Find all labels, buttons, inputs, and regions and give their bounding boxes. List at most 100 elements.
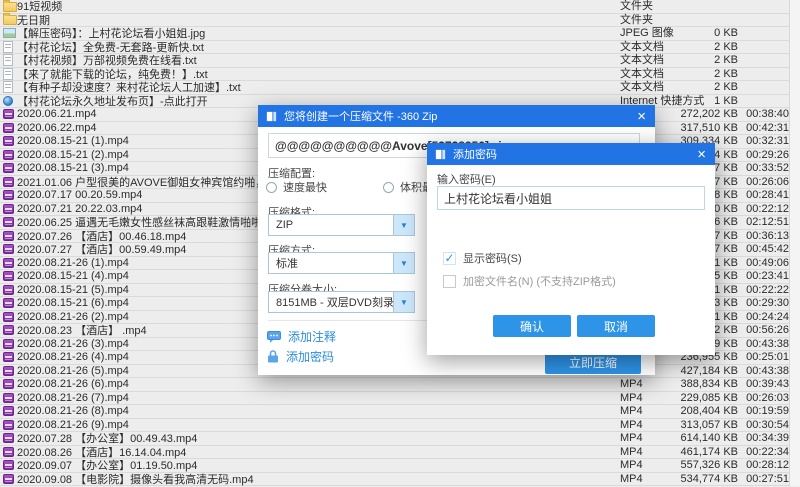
chevron-down-icon[interactable]: ▼	[393, 292, 414, 312]
add-comment-label: 添加注释	[288, 328, 336, 345]
file-duration: 00:49:06	[740, 257, 789, 271]
volume-select[interactable]: 8151MB - 双层DVD刻录 ▼	[268, 291, 415, 313]
video-icon	[3, 366, 14, 376]
text-icon	[3, 68, 13, 80]
add-password-link[interactable]: 添加密码	[267, 348, 334, 365]
file-duration: 00:42:31	[740, 122, 789, 136]
video-icon	[3, 352, 14, 362]
radio-fastest-label: 速度最快	[283, 179, 327, 195]
video-icon	[3, 420, 14, 430]
add-password-dialog: 添加密码 × 输入密码(E) ✓ 显示密码(S) 加密文件名(N) (不支持ZI…	[427, 143, 715, 355]
add-password-label: 添加密码	[286, 348, 334, 365]
table-row[interactable]: 2020.09.08 【电影院】摄像头看我高清无码.mp4 MP4 534,77…	[0, 473, 800, 487]
video-icon	[3, 163, 14, 173]
video-icon	[3, 177, 14, 187]
file-duration: 00:29:30	[740, 297, 789, 311]
file-type: MP4	[620, 378, 643, 392]
table-row[interactable]: 2020.08.21-26 (7).mp4 MP4 229,085 KB 00:…	[0, 392, 800, 406]
file-size: 1 KB	[646, 95, 738, 109]
file-duration	[740, 95, 789, 109]
file-duration: 00:32:31	[740, 135, 789, 149]
folder-icon	[3, 2, 17, 12]
file-duration: 00:27:51	[740, 473, 789, 487]
file-duration: 00:19:59	[740, 405, 789, 419]
file-duration: 00:45:42	[740, 243, 789, 257]
video-icon	[3, 393, 14, 403]
close-icon[interactable]: ×	[695, 147, 708, 162]
password-input[interactable]	[437, 186, 705, 210]
show-password-checkbox-row[interactable]: ✓ 显示密码(S)	[443, 250, 522, 266]
lock-icon	[267, 350, 279, 363]
format-select[interactable]: ZIP ▼	[268, 214, 415, 236]
password-input-label: 输入密码(E)	[437, 171, 496, 187]
file-duration: 00:56:26	[740, 324, 789, 338]
link-icon	[3, 96, 13, 106]
add-comment-link[interactable]: 添加注释	[267, 328, 336, 345]
file-duration: 00:38:40	[740, 108, 789, 122]
video-icon	[3, 123, 14, 133]
chevron-down-icon[interactable]: ▼	[393, 215, 414, 235]
text-icon	[3, 54, 13, 66]
checkbox-checked-icon[interactable]: ✓	[443, 252, 456, 265]
video-icon	[3, 325, 14, 335]
360zip-logo-icon	[265, 110, 278, 123]
video-icon	[3, 312, 14, 322]
file-type: MP4	[620, 392, 643, 406]
table-row[interactable]: 2020.08.21-26 (6).mp4 MP4 388,834 KB 00:…	[0, 378, 800, 392]
folder-icon	[3, 15, 17, 25]
file-duration: 00:43:38	[740, 365, 789, 379]
file-duration: 00:43:38	[740, 338, 789, 352]
dialog-title: 添加密码	[453, 146, 695, 162]
video-icon	[3, 136, 14, 146]
format-value: ZIP	[269, 219, 393, 231]
method-select[interactable]: 标准 ▼	[268, 252, 415, 274]
video-icon	[3, 379, 14, 389]
video-icon	[3, 298, 14, 308]
file-size: 427,184 KB	[646, 365, 738, 379]
file-size: 272,202 KB	[646, 108, 738, 122]
video-icon	[3, 258, 14, 268]
text-icon	[3, 41, 13, 53]
video-icon	[3, 271, 14, 281]
video-icon	[3, 217, 14, 227]
video-icon	[3, 447, 14, 457]
dialog-titlebar[interactable]: 您将创建一个压缩文件 -360 Zip ×	[258, 105, 655, 127]
video-icon	[3, 285, 14, 295]
file-size: 534,774 KB	[646, 473, 738, 487]
video-icon	[3, 433, 14, 443]
video-icon	[3, 150, 14, 160]
file-duration: 00:26:06	[740, 176, 789, 190]
text-icon	[3, 81, 13, 93]
file-duration: 00:29:26	[740, 149, 789, 163]
volume-value: 8151MB - 双层DVD刻录	[269, 294, 393, 310]
file-size: 388,834 KB	[646, 378, 738, 392]
image-icon	[3, 28, 16, 38]
video-icon	[3, 204, 14, 214]
radio-smallest[interactable]	[383, 182, 394, 193]
file-size: 229,085 KB	[646, 392, 738, 406]
radio-fastest[interactable]	[266, 182, 277, 193]
video-icon	[3, 190, 14, 200]
video-icon	[3, 406, 14, 416]
encrypt-names-checkbox-row[interactable]: 加密文件名(N) (不支持ZIP格式)	[443, 273, 616, 289]
scrollbar[interactable]	[789, 0, 800, 486]
confirm-button[interactable]: 确认	[493, 315, 571, 337]
chevron-down-icon[interactable]: ▼	[393, 253, 414, 273]
file-type: MP4	[620, 473, 643, 487]
video-icon	[3, 339, 14, 349]
360zip-logo-icon	[434, 148, 447, 161]
file-size: 317,510 KB	[646, 122, 738, 136]
dialog-titlebar[interactable]: 添加密码 ×	[427, 143, 715, 165]
table-row[interactable]: 2020.08.21-26 (8).mp4 MP4 208,404 KB 00:…	[0, 405, 800, 419]
comment-icon	[267, 331, 281, 343]
video-icon	[3, 460, 14, 470]
video-icon	[3, 244, 14, 254]
close-icon[interactable]: ×	[635, 109, 648, 124]
show-password-label: 显示密码(S)	[463, 250, 522, 266]
cancel-button[interactable]: 取消	[577, 315, 655, 337]
file-duration: 00:39:43	[740, 378, 789, 392]
file-duration: 00:26:03	[740, 392, 789, 406]
checkbox-unchecked-icon[interactable]	[443, 275, 456, 288]
file-duration: 00:23:41	[740, 270, 789, 284]
video-icon	[3, 231, 14, 241]
